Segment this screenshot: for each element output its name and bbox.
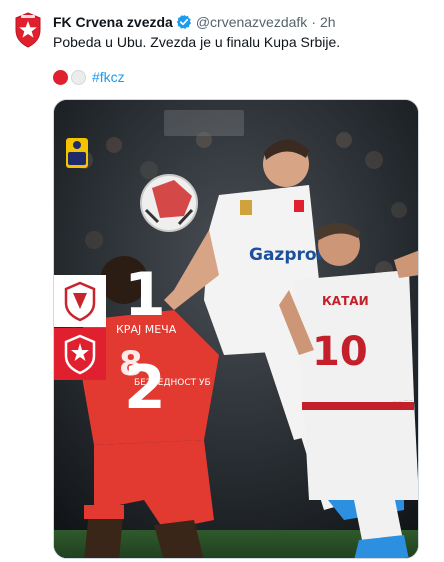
competition-badge <box>66 138 88 168</box>
tweet-media-image[interactable]: 8 БЕЗБЕДНОСТ УБ Gazprom КАТАИ 10 1 2 КРА… <box>53 99 419 559</box>
jersey-badge-icon <box>240 200 252 215</box>
red-circle-icon <box>53 69 68 85</box>
player-number-text: 10 <box>312 329 368 375</box>
match-photo: 8 БЕЗБЕДНОСТ УБ Gazprom КАТАИ 10 1 2 КРА… <box>54 100 418 558</box>
club-crest-icon <box>15 12 41 48</box>
display-name[interactable]: FK Crvena zvezda <box>53 14 173 30</box>
hashtag-row: #fkcz <box>53 66 125 88</box>
player-name-text: КАТАИ <box>322 294 369 308</box>
away-score: 2 <box>124 353 166 423</box>
hashtag-link[interactable]: #fkcz <box>92 69 125 85</box>
user-handle[interactable]: @crvenazvezdafk <box>196 14 307 30</box>
ball-icon <box>140 174 198 232</box>
white-circle-icon <box>71 69 86 85</box>
tweet-text: Pobeda u Ubu. Zvezda je u finalu Kupa Sr… <box>53 34 341 50</box>
jersey-crest-icon <box>294 200 304 212</box>
verified-badge-icon <box>176 14 192 30</box>
match-status-text: КРАЈ МЕЧА <box>116 323 177 336</box>
avatar[interactable] <box>12 12 44 48</box>
separator-dot: · <box>311 14 316 30</box>
home-score: 1 <box>124 260 166 330</box>
tweet-header: FK Crvena zvezda @crvenazvezdafk · 2h <box>53 12 336 32</box>
timestamp[interactable]: 2h <box>320 14 336 30</box>
